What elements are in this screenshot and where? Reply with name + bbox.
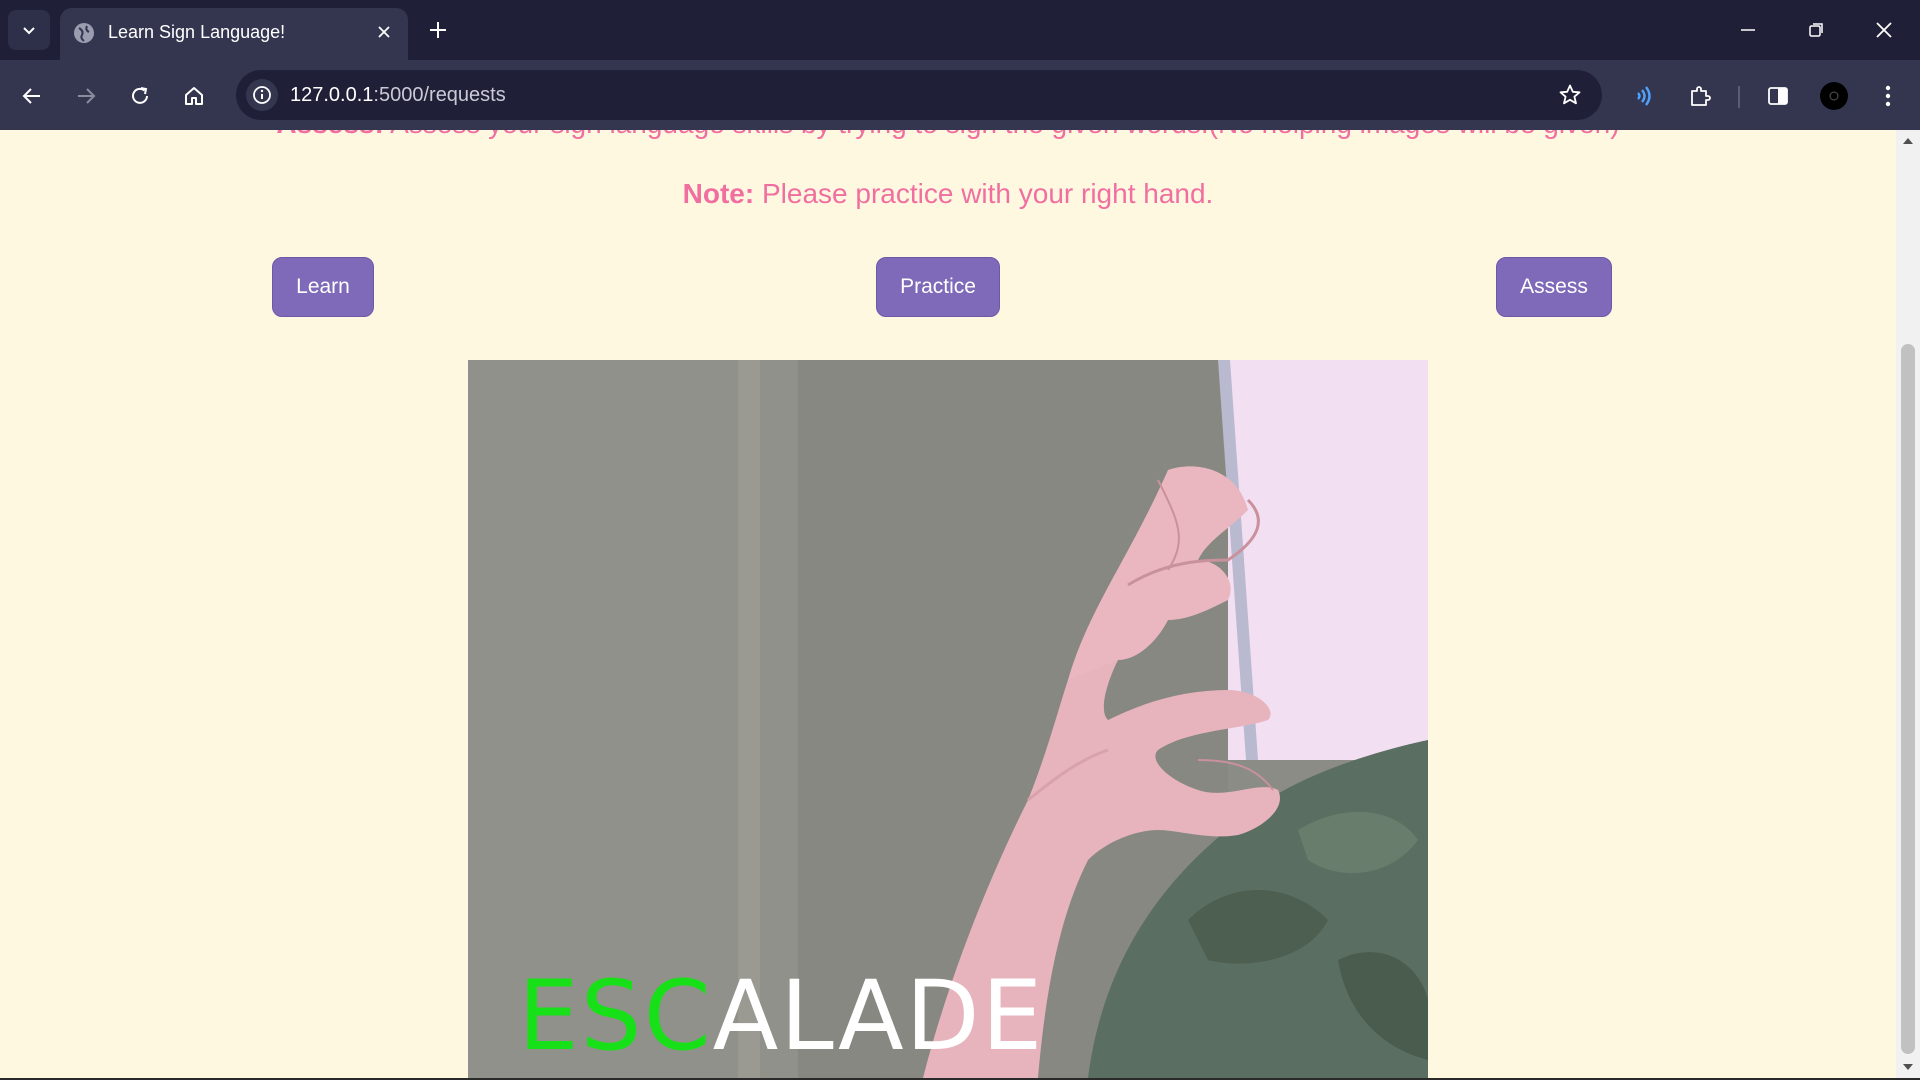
assess-text: Assess your sign language skills by tryi… — [384, 130, 1620, 139]
read-aloud-button[interactable] — [1624, 76, 1664, 116]
practice-button[interactable]: Practice — [876, 257, 1000, 317]
page-scrollbar[interactable] — [1896, 130, 1920, 1078]
reload-icon — [132, 87, 148, 104]
read-aloud-icon — [1637, 86, 1651, 106]
restore-button[interactable] — [1796, 12, 1836, 48]
active-tab[interactable]: Learn Sign Language! — [60, 8, 408, 60]
side-panel-button[interactable] — [1758, 76, 1798, 116]
note-label: Note: — [682, 178, 755, 209]
side-panel-icon — [1768, 87, 1788, 105]
url-host: 127.0.0.1 — [290, 84, 374, 106]
scroll-up-icon[interactable] — [1896, 132, 1920, 150]
extensions-icon — [1691, 86, 1711, 106]
tab-title: Learn Sign Language! — [108, 22, 286, 42]
word-remaining-part: ALADE — [712, 960, 1045, 1072]
toolbar-divider — [1738, 86, 1740, 108]
learn-button[interactable]: Learn — [272, 257, 374, 317]
home-button[interactable] — [174, 76, 214, 116]
url-path: :5000/requests — [373, 84, 506, 106]
forward-icon — [78, 88, 96, 104]
tab-search-button[interactable] — [8, 10, 50, 50]
url-text[interactable]: 127.0.0.1:5000/requests — [290, 84, 506, 107]
new-tab-button[interactable] — [424, 16, 452, 44]
plus-icon — [430, 22, 446, 38]
extensions-button[interactable] — [1680, 76, 1720, 116]
minimize-icon — [1741, 29, 1755, 31]
profile-avatar-icon — [1820, 82, 1848, 110]
chevron-down-icon — [23, 27, 35, 35]
site-info-icon[interactable] — [246, 79, 278, 111]
more-vert-icon — [1885, 85, 1891, 107]
assess-label: Assess: — [276, 130, 383, 139]
profile-button[interactable] — [1814, 76, 1854, 116]
assess-button[interactable]: Assess — [1496, 257, 1612, 317]
address-bar[interactable]: 127.0.0.1:5000/requests — [236, 70, 1602, 120]
scroll-down-icon[interactable] — [1896, 1058, 1920, 1076]
close-window-icon — [1876, 22, 1892, 38]
scrollbar-thumb[interactable] — [1901, 344, 1915, 1054]
restore-icon — [1809, 23, 1823, 37]
target-word: ESCALADE — [518, 968, 1044, 1064]
note-text: Note: Please practice with your right ha… — [0, 178, 1896, 210]
word-signed-part: ESC — [518, 960, 713, 1072]
minimize-button[interactable] — [1728, 12, 1768, 48]
back-button[interactable] — [12, 76, 52, 116]
browser-toolbar: 127.0.0.1:5000/requests — [0, 60, 1920, 130]
forward-button[interactable] — [66, 76, 106, 116]
home-icon — [185, 87, 203, 105]
page-content: Assess: Assess your sign language skills… — [0, 130, 1896, 1078]
close-icon[interactable] — [372, 20, 396, 44]
assess-description: Assess: Assess your sign language skills… — [0, 130, 1896, 140]
star-icon[interactable] — [1556, 81, 1584, 109]
webcam-feed: ESCALADE — [468, 360, 1428, 1078]
tab-strip: Learn Sign Language! — [0, 0, 1920, 60]
globe-icon — [72, 21, 96, 45]
note-body: Please practice with your right hand. — [754, 178, 1214, 209]
back-icon — [22, 88, 40, 104]
reload-button[interactable] — [120, 76, 160, 116]
browser-menu-button[interactable] — [1868, 76, 1908, 116]
close-window-button[interactable] — [1864, 12, 1904, 48]
